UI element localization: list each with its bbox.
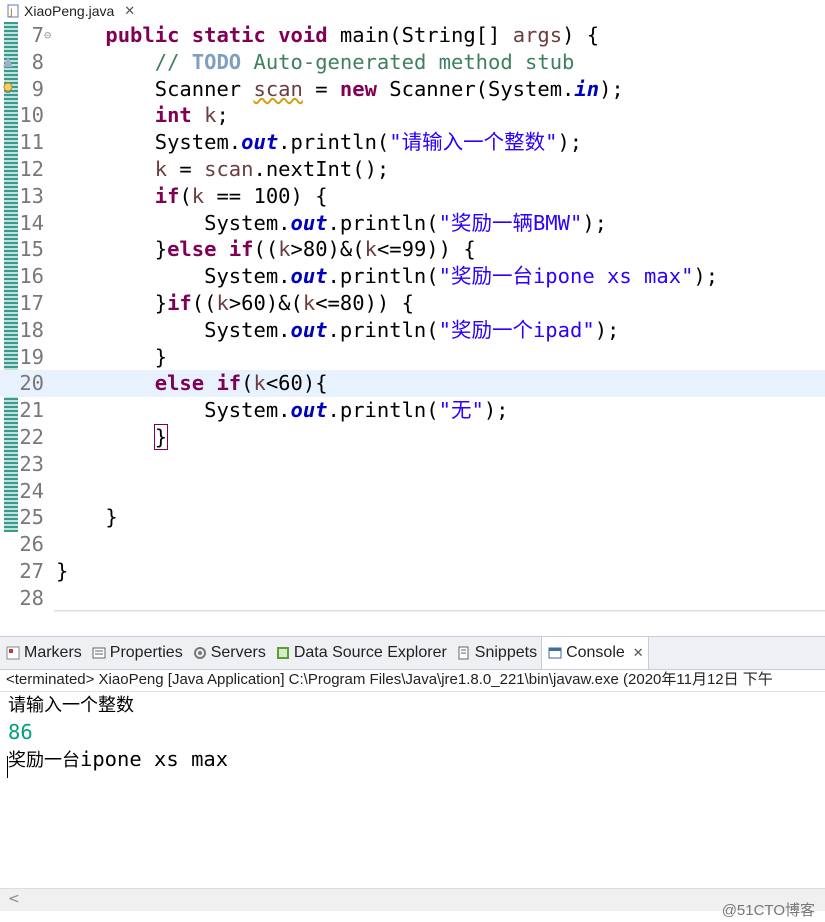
code-line[interactable]: 17 }if((k>60)&(k<=80)) { [0, 290, 825, 317]
console-status: <terminated> XiaoPeng [Java Application]… [0, 669, 825, 692]
markers-icon [6, 646, 20, 660]
code-line[interactable]: 27} [0, 558, 825, 585]
code-line[interactable]: 23 [0, 451, 825, 478]
tab-label: Data Source Explorer [293, 644, 447, 661]
code-line[interactable]: 12 k = scan.nextInt(); [0, 156, 825, 183]
code-text: } [56, 559, 69, 583]
code-text: int k; [154, 103, 229, 128]
console-line-input: 86 [8, 720, 33, 744]
close-icon[interactable]: ✕ [124, 3, 135, 19]
line-number: 11 [19, 130, 44, 155]
code-line[interactable]: 28 [0, 585, 825, 612]
line-number: 19 [19, 344, 44, 369]
snippets-icon [458, 646, 469, 660]
watermark: @51CTO博客 [721, 902, 815, 919]
line-number: 27 [19, 559, 44, 583]
line-number: 16 [19, 264, 44, 289]
line-number: 9 [31, 76, 44, 101]
line-number: 21 [19, 398, 44, 423]
code-line[interactable]: 16 System.out.println("奖励一台ipone xs max"… [0, 263, 825, 290]
line-number: 18 [19, 317, 44, 342]
line-number: 17 [19, 291, 44, 315]
console-output[interactable]: 请输入一个整数 86 奖励一台ipone xs max [0, 692, 825, 888]
code-text: System.out.println("奖励一个ipad"); [56, 317, 620, 342]
code-text: System.out.println("奖励一辆BMW"); [56, 210, 608, 235]
line-number: 15 [19, 237, 44, 262]
code-line[interactable]: 26 [0, 531, 825, 558]
arrow-left-icon[interactable]: < [8, 891, 20, 907]
tab-servers[interactable]: Servers [187, 637, 270, 669]
code-editor[interactable]: 7 ⊖ public static void main(String[] args… [0, 22, 825, 612]
code-text: Scanner scan = new Scanner(System.in); [56, 76, 624, 101]
code-line[interactable]: 9 Scanner scan = new Scanner(System.in); [0, 76, 825, 103]
java-file-icon: J [7, 4, 19, 18]
fold-toggle-icon[interactable]: ⊖ [44, 22, 51, 49]
line-number: 13 [19, 183, 44, 208]
console-icon [548, 647, 562, 659]
line-number: 10 [19, 103, 44, 128]
tab-label: Servers [210, 644, 266, 661]
code-line[interactable]: 25 } [0, 504, 825, 531]
tab-label: Properties [109, 644, 183, 661]
editor-tab-xiaopeng[interactable]: J XiaoPeng.java ✕ [0, 0, 136, 22]
code-text: }else if((k>80)&(k<=99)) { [56, 237, 476, 262]
code-line[interactable]: 7 ⊖ public static void main(String[] args… [0, 22, 825, 49]
properties-icon [92, 647, 106, 659]
line-number: 24 [19, 478, 44, 503]
code-text: } [153, 424, 169, 450]
tab-console[interactable]: Console ✕ [541, 637, 649, 669]
line-number: 23 [19, 451, 44, 476]
line-number: 14 [19, 210, 44, 235]
code-line[interactable]: 13 if(k == 100) { [0, 183, 825, 210]
code-line[interactable]: 11 System.out.println("请输入一个整数"); [0, 129, 825, 156]
code-text: System.out.println("无"); [56, 398, 509, 423]
line-number: 12 [19, 157, 44, 181]
tab-label: Console [566, 644, 625, 661]
code-text: // TODO Auto-generated method stub [154, 49, 575, 74]
code-text: } [56, 344, 168, 369]
code-line[interactable]: 24 [0, 478, 825, 505]
tab-label: Markers [24, 644, 82, 661]
code-text: } [56, 505, 118, 530]
svg-text:J: J [9, 8, 13, 18]
code-text: }if((k>60)&(k<=80)) { [56, 291, 414, 315]
close-icon[interactable]: ✕ [633, 645, 644, 661]
servers-icon [193, 647, 206, 659]
code-line[interactable]: 8 // TODO Auto-generated method stub [0, 49, 825, 76]
code-line[interactable]: 20 else if(k<60){ [0, 370, 825, 398]
data-source-icon [276, 647, 289, 659]
code-line[interactable]: 19 } [0, 344, 825, 371]
code-line[interactable]: 21 System.out.println("无"); [0, 397, 825, 424]
code-line[interactable]: 10 int k; [0, 102, 825, 129]
code-text: public static void main(String[] args) { [105, 23, 600, 47]
editor-tab-label: XiaoPeng.java [24, 3, 115, 19]
code-line[interactable]: 18 System.out.println("奖励一个ipad"); [0, 317, 825, 344]
line-number: 25 [19, 505, 44, 530]
console-line-result: 奖励一台ipone xs max [8, 747, 229, 771]
code-text: System.out.println("奖励一台ipone xs max"); [56, 264, 719, 289]
code-text: k = scan.nextInt(); [154, 157, 390, 181]
tab-properties[interactable]: Properties [86, 637, 187, 669]
code-text: if(k == 100) { [154, 183, 328, 208]
editor-horizontal-scrollbar[interactable]: < [54, 610, 825, 612]
line-number: 8 [31, 49, 44, 74]
code-text: else if(k<60){ [154, 371, 328, 396]
console-line-prompt: 请输入一个整数 [8, 695, 134, 716]
line-number: 20 [19, 371, 44, 396]
tab-snippets[interactable]: Snippets [451, 637, 541, 669]
code-line[interactable]: 14 System.out.println("奖励一辆BMW"); [0, 210, 825, 237]
code-line[interactable]: 22 } [0, 424, 825, 451]
code-line[interactable]: 15 }else if((k>80)&(k<=99)) { [0, 236, 825, 263]
line-number: 22 [19, 425, 44, 449]
console-horizontal-scrollbar[interactable]: < [0, 888, 825, 911]
tab-label: Snippets [474, 644, 538, 661]
console-caret [7, 756, 8, 778]
views-tab-bar: Markers Properties Servers Data Source Expl… [0, 636, 825, 670]
line-number: 7 [31, 23, 44, 47]
tab-markers[interactable]: Markers [0, 637, 86, 669]
line-number: 28 [19, 585, 44, 610]
line-number: 26 [19, 532, 44, 557]
tab-data-source-explorer[interactable]: Data Source Explorer [270, 637, 451, 669]
code-text: System.out.println("请输入一个整数"); [56, 130, 583, 155]
